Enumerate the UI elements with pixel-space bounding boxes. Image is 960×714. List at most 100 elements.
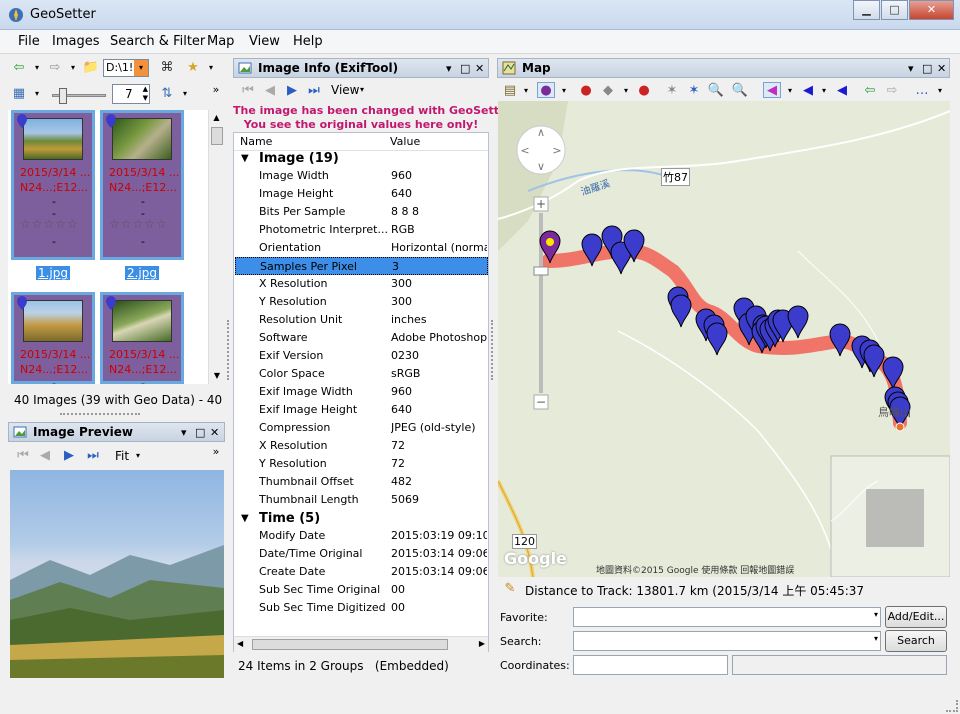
exif-row[interactable]: Software Adobe Photoshop C: [235, 329, 488, 347]
thumbnail-card[interactable]: 2015/3/14 ... N24...;E12... -: [11, 292, 95, 384]
overflow-chevron-icon[interactable]: »: [207, 444, 225, 460]
panel-float-icon[interactable]: □: [195, 424, 205, 442]
minimize-button[interactable]: ▁: [853, 0, 880, 20]
add-edit-button[interactable]: Add/Edit...: [885, 606, 947, 628]
splitter-grip[interactable]: [491, 320, 494, 380]
forward-dropdown-icon[interactable]: ▾: [64, 60, 82, 76]
binoculars-icon[interactable]: ⌘: [158, 60, 176, 76]
exif-row[interactable]: Y Resolution 300: [235, 293, 488, 311]
favorite-combobox[interactable]: ▾: [573, 607, 881, 627]
map-canvas[interactable]: ∧ ∨ < > + −: [498, 101, 950, 577]
exif-row[interactable]: Exif Image Height 640: [235, 401, 488, 419]
edit-pencil-icon[interactable]: ✎: [501, 581, 519, 597]
first-image-icon[interactable]: ⏮: [239, 83, 257, 99]
exif-row[interactable]: Sub Sec Time Original 00: [235, 581, 488, 599]
close-button[interactable]: ✕: [909, 0, 954, 20]
map-type-dropdown-icon[interactable]: ▾: [517, 83, 535, 99]
panel-menu-icon[interactable]: ▾: [446, 60, 452, 78]
search-button[interactable]: Search: [885, 630, 947, 652]
first-image-icon[interactable]: ⏮: [14, 448, 32, 464]
path-dropdown-icon[interactable]: ▾: [134, 60, 148, 76]
scrollbar-thumb[interactable]: [211, 127, 223, 145]
exif-row[interactable]: Color Space sRGB: [235, 365, 488, 383]
last-image-icon[interactable]: ⏭: [84, 448, 102, 464]
exif-row[interactable]: Thumbnail Offset 482: [235, 473, 488, 491]
map-view[interactable]: ∧ ∨ < > + − 竹87 油羅溪 120 鳥嘴山 Google 地圖資料©…: [498, 101, 950, 577]
exif-row[interactable]: Image Height 640: [235, 185, 488, 203]
maximize-button[interactable]: □: [881, 0, 908, 20]
view-dropdown-icon[interactable]: ▾: [360, 85, 364, 94]
back-dropdown-icon[interactable]: ▾: [28, 60, 46, 76]
coordinates-input[interactable]: [573, 655, 728, 675]
cluster-icon[interactable]: ✶: [663, 83, 681, 99]
splitter-grip[interactable]: [60, 413, 140, 416]
slider-thumb[interactable]: [59, 88, 67, 104]
menu-view[interactable]: View: [249, 34, 280, 49]
panel-close-icon[interactable]: ✕: [475, 60, 484, 78]
zoom-spinbox[interactable]: 7 ▲ ▼: [112, 84, 150, 104]
zoom-to-icon[interactable]: 🔍: [731, 83, 749, 99]
track-left-dropdown-icon[interactable]: ▾: [781, 83, 799, 99]
set-position-pin-icon[interactable]: ●: [537, 82, 555, 98]
menu-map[interactable]: Map: [207, 34, 234, 49]
exif-row[interactable]: X Resolution 300: [235, 275, 488, 293]
thumbnail-filename[interactable]: 2.jpg: [100, 266, 184, 280]
overview-minimap[interactable]: [830, 455, 950, 577]
forward-arrow-icon[interactable]: ⇨: [46, 60, 64, 76]
exif-row[interactable]: Sub Sec Time Digitized 00: [235, 599, 488, 617]
scroll-left-icon[interactable]: ◀: [237, 639, 243, 648]
comment-dropdown-icon[interactable]: ▾: [931, 83, 949, 99]
exif-row[interactable]: Date/Time Original 2015:03:14 09:06:5: [235, 545, 488, 563]
fit-label[interactable]: Fit: [115, 449, 129, 463]
panel-menu-icon[interactable]: ▾: [908, 60, 914, 78]
menu-images[interactable]: Images: [52, 34, 100, 49]
collapse-arrow-icon[interactable]: ▼: [241, 513, 249, 524]
folder-up-icon[interactable]: 📁: [82, 60, 100, 76]
track-left-icon[interactable]: ◀: [763, 82, 781, 98]
overflow-chevron-icon[interactable]: »: [207, 82, 225, 98]
sort-dropdown-icon[interactable]: ▾: [176, 86, 194, 102]
track-flag-icon[interactable]: ◀: [833, 83, 851, 99]
menu-search-filter[interactable]: Search & Filter: [110, 34, 205, 49]
exif-row[interactable]: Orientation Horizontal (normal): [235, 239, 488, 257]
view-mode-dropdown-icon[interactable]: ▾: [28, 86, 46, 102]
favorite-dropdown-icon[interactable]: ▾: [874, 610, 878, 619]
path-combobox[interactable]: D:\1! ▾: [103, 59, 149, 77]
comment-icon[interactable]: …: [913, 83, 931, 99]
favorites-folder-icon[interactable]: ★: [184, 60, 202, 76]
splitter-grip[interactable]: [227, 320, 230, 380]
search-markers-icon[interactable]: 🔍: [707, 83, 725, 99]
rating-stars[interactable]: ☆☆☆☆☆: [109, 217, 168, 231]
exif-row[interactable]: Thumbnail Length 5069: [235, 491, 488, 509]
copy-dropdown-icon[interactable]: ▾: [617, 83, 635, 99]
search-dropdown-icon[interactable]: ▾: [874, 634, 878, 643]
search-combobox[interactable]: ▾: [573, 631, 881, 651]
next-image-icon[interactable]: ▶: [60, 448, 78, 464]
thumbnail-card[interactable]: 2015/3/14 ... N24...;E12... - - ☆☆☆☆☆ -: [11, 110, 95, 260]
exif-row[interactable]: Create Date 2015:03:14 09:06:5: [235, 563, 488, 581]
scroll-up-icon[interactable]: ▲: [209, 110, 224, 126]
last-image-icon[interactable]: ⏭: [305, 83, 323, 99]
exif-row[interactable]: Image Width 960: [235, 167, 488, 185]
thumbnail-size-slider[interactable]: [52, 88, 106, 104]
previous-image-icon[interactable]: ◀: [261, 83, 279, 99]
show-all-markers-icon[interactable]: ✶: [685, 83, 703, 99]
exif-row[interactable]: Exif Image Width 960: [235, 383, 488, 401]
red-pin-icon[interactable]: ●: [577, 83, 595, 99]
panel-float-icon[interactable]: □: [922, 60, 932, 78]
exif-row[interactable]: Photometric Interpret... RGB: [235, 221, 488, 239]
exif-row[interactable]: X Resolution 72: [235, 437, 488, 455]
next-image-icon[interactable]: ▶: [283, 83, 301, 99]
view-mode-icon[interactable]: ▦: [10, 86, 28, 102]
paste-position-icon[interactable]: ●: [635, 83, 653, 99]
info-hscrollbar[interactable]: ◀ ▶: [234, 636, 488, 652]
exif-row[interactable]: Resolution Unit inches: [235, 311, 488, 329]
rating-stars[interactable]: ☆☆☆☆☆: [20, 217, 79, 231]
map-attribution[interactable]: 地圖資料©2015 Google 使用條款 回報地圖錯誤: [596, 563, 794, 576]
thumbnail-card[interactable]: 2015/3/14 ... N24...;E12... -: [100, 292, 184, 384]
panel-close-icon[interactable]: ✕: [937, 60, 946, 78]
exif-row[interactable]: Samples Per Pixel 3: [235, 257, 488, 275]
panel-menu-icon[interactable]: ▾: [181, 424, 187, 442]
favorites-dropdown-icon[interactable]: ▾: [202, 60, 220, 76]
exif-row[interactable]: Exif Version 0230: [235, 347, 488, 365]
